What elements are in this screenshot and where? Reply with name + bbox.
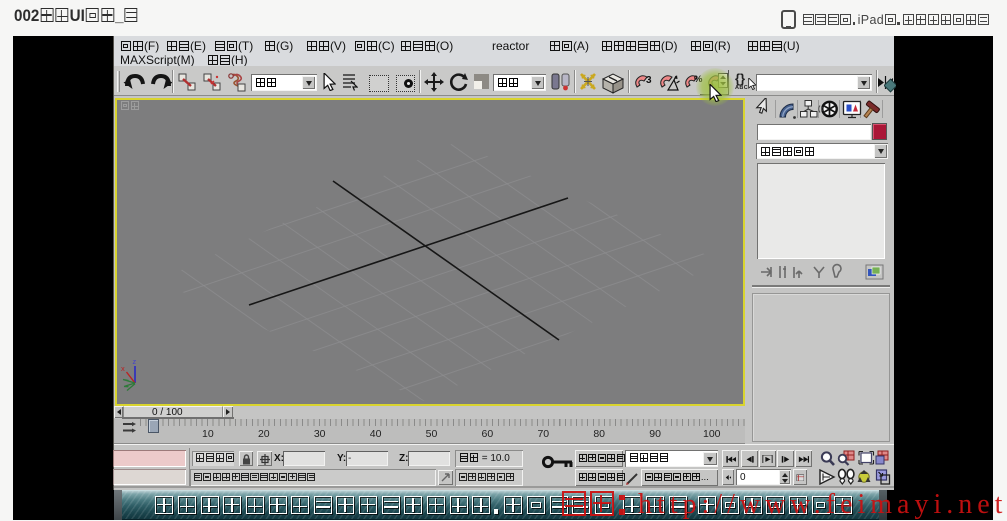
svg-text:x: x	[121, 364, 125, 373]
svg-text:z: z	[133, 357, 137, 366]
